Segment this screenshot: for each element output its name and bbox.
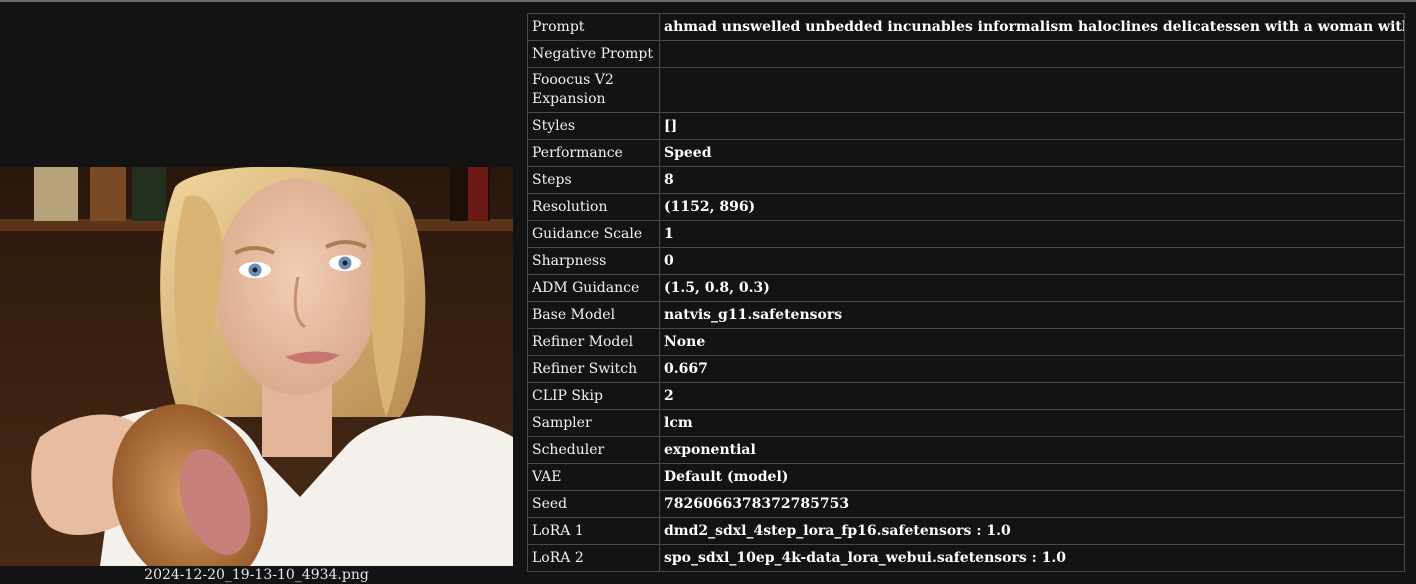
table-row: ADM Guidance (1.5, 0.8, 0.3)	[527, 274, 1405, 302]
row-label: Sampler	[527, 409, 660, 437]
row-value: lcm	[659, 409, 1405, 437]
table-row: VAE Default (model)	[527, 463, 1405, 491]
image-filename-caption: 2024-12-20_19-13-10_4934.png	[144, 567, 369, 583]
row-label: Refiner Model	[527, 328, 660, 356]
table-row: Sampler lcm	[527, 409, 1405, 437]
table-row: Scheduler exponential	[527, 436, 1405, 464]
row-label: Guidance Scale	[527, 220, 660, 248]
table-row: Base Model natvis_g11.safetensors	[527, 301, 1405, 329]
table-row: Seed 7826066378372785753	[527, 490, 1405, 518]
row-label: LoRA 2	[527, 544, 660, 572]
row-value: 8	[659, 166, 1405, 194]
table-row: Sharpness 0	[527, 247, 1405, 275]
row-label: Sharpness	[527, 247, 660, 275]
row-value: spo_sdxl_10ep_4k-data_lora_webui.safeten…	[659, 544, 1405, 572]
table-row: Performance Speed	[527, 139, 1405, 167]
table-row: LoRA 2 spo_sdxl_10ep_4k-data_lora_webui.…	[527, 544, 1405, 572]
generated-image-graphic	[0, 167, 513, 566]
row-value: (1152, 896)	[659, 193, 1405, 221]
row-label: Base Model	[527, 301, 660, 329]
row-value: Default (model)	[659, 463, 1405, 491]
row-label: Performance	[527, 139, 660, 167]
row-value: 0.667	[659, 355, 1405, 383]
row-label: Prompt	[527, 13, 660, 41]
row-value: 1	[659, 220, 1405, 248]
top-divider	[0, 0, 1416, 2]
row-label: ADM Guidance	[527, 274, 660, 302]
row-value: dmd2_sdxl_4step_lora_fp16.safetensors : …	[659, 517, 1405, 545]
row-value: natvis_g11.safetensors	[659, 301, 1405, 329]
row-value: 7826066378372785753	[659, 490, 1405, 518]
row-label: Steps	[527, 166, 660, 194]
row-label: Fooocus V2 Expansion	[527, 67, 660, 113]
row-value: ahmad unswelled unbedded incunables info…	[659, 13, 1405, 41]
table-row: Resolution (1152, 896)	[527, 193, 1405, 221]
metadata-table: Prompt ahmad unswelled unbedded incunabl…	[527, 13, 1405, 572]
table-row: Steps 8	[527, 166, 1405, 194]
row-label: Refiner Switch	[527, 355, 660, 383]
row-label: Negative Prompt	[527, 40, 660, 68]
table-row: Guidance Scale 1	[527, 220, 1405, 248]
table-row: Prompt ahmad unswelled unbedded incunabl…	[527, 13, 1405, 41]
row-value: 0	[659, 247, 1405, 275]
row-value: exponential	[659, 436, 1405, 464]
row-value: 2	[659, 382, 1405, 410]
row-label: Styles	[527, 112, 660, 140]
table-row: Refiner Model None	[527, 328, 1405, 356]
table-row: Refiner Switch 0.667	[527, 355, 1405, 383]
table-row: LoRA 1 dmd2_sdxl_4step_lora_fp16.safeten…	[527, 517, 1405, 545]
table-row: Negative Prompt	[527, 40, 1405, 68]
row-value	[659, 40, 1405, 68]
row-label: VAE	[527, 463, 660, 491]
row-value	[659, 67, 1405, 113]
row-value: (1.5, 0.8, 0.3)	[659, 274, 1405, 302]
row-value: None	[659, 328, 1405, 356]
row-label: LoRA 1	[527, 517, 660, 545]
table-row: Fooocus V2 Expansion	[527, 67, 1405, 113]
row-label: Scheduler	[527, 436, 660, 464]
row-value: Speed	[659, 139, 1405, 167]
row-label: CLIP Skip	[527, 382, 660, 410]
row-label: Resolution	[527, 193, 660, 221]
table-row: CLIP Skip 2	[527, 382, 1405, 410]
generated-image[interactable]	[0, 167, 513, 566]
row-label: Seed	[527, 490, 660, 518]
table-row: Styles []	[527, 112, 1405, 140]
row-value: []	[659, 112, 1405, 140]
